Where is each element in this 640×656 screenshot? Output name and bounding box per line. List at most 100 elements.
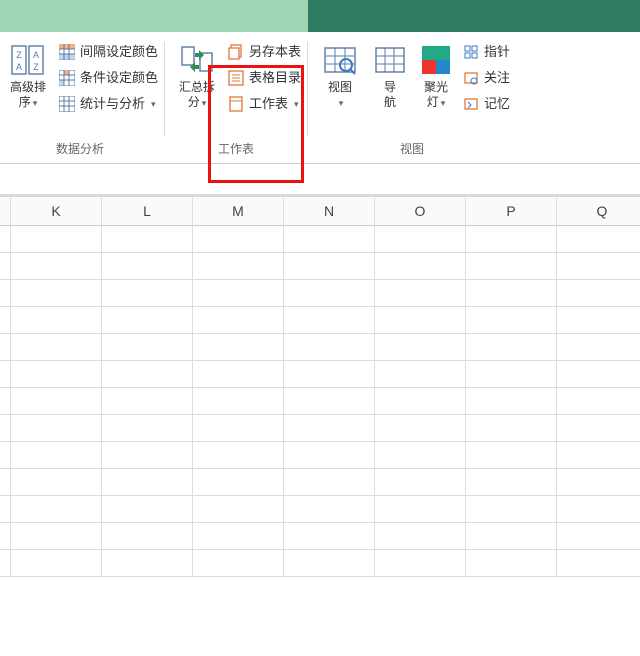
cell[interactable]: [284, 361, 375, 387]
grid-row[interactable]: [0, 334, 640, 361]
col-P[interactable]: P: [466, 197, 557, 225]
advanced-sort-button[interactable]: ZAAZ 高级排序▾: [0, 40, 56, 111]
follow-button[interactable]: 关注: [460, 68, 512, 88]
cell[interactable]: [193, 496, 284, 522]
cell[interactable]: [375, 226, 466, 252]
cell[interactable]: [284, 523, 375, 549]
cell[interactable]: [557, 334, 640, 360]
col-L[interactable]: L: [102, 197, 193, 225]
cell[interactable]: [557, 388, 640, 414]
cell[interactable]: [557, 496, 640, 522]
cell[interactable]: [11, 550, 102, 576]
cell[interactable]: [284, 280, 375, 306]
cell[interactable]: [284, 334, 375, 360]
cell[interactable]: [466, 550, 557, 576]
cell[interactable]: [284, 307, 375, 333]
cell[interactable]: [375, 307, 466, 333]
cell[interactable]: [466, 496, 557, 522]
cell[interactable]: [557, 442, 640, 468]
cell[interactable]: [11, 415, 102, 441]
cell[interactable]: [11, 226, 102, 252]
cell[interactable]: [375, 388, 466, 414]
cell[interactable]: [375, 334, 466, 360]
cell[interactable]: [375, 442, 466, 468]
cell[interactable]: [557, 253, 640, 279]
cell[interactable]: [11, 442, 102, 468]
cell[interactable]: [284, 388, 375, 414]
cell[interactable]: [102, 388, 193, 414]
cell[interactable]: [0, 523, 11, 549]
summary-split-button[interactable]: 汇总拆分▾: [169, 40, 225, 111]
cell[interactable]: [102, 307, 193, 333]
cell[interactable]: [557, 415, 640, 441]
cell[interactable]: [193, 361, 284, 387]
cell[interactable]: [102, 469, 193, 495]
cell[interactable]: [284, 253, 375, 279]
cell[interactable]: [0, 307, 11, 333]
navigation-button[interactable]: 导航: [368, 40, 412, 110]
cell[interactable]: [466, 361, 557, 387]
cell[interactable]: [0, 253, 11, 279]
cell[interactable]: [0, 550, 11, 576]
cell[interactable]: [102, 361, 193, 387]
cell[interactable]: [11, 334, 102, 360]
cell[interactable]: [466, 253, 557, 279]
spreadsheet-area[interactable]: K L M N O P Q: [0, 197, 640, 577]
cell[interactable]: [102, 253, 193, 279]
col-Q[interactable]: Q: [557, 197, 640, 225]
cell[interactable]: [11, 496, 102, 522]
cell[interactable]: [557, 307, 640, 333]
cell[interactable]: [466, 307, 557, 333]
cell[interactable]: [193, 334, 284, 360]
cell[interactable]: [102, 226, 193, 252]
cell[interactable]: [193, 442, 284, 468]
cell[interactable]: [557, 469, 640, 495]
cell[interactable]: [11, 307, 102, 333]
cell[interactable]: [466, 226, 557, 252]
cell[interactable]: [102, 334, 193, 360]
cell[interactable]: [11, 253, 102, 279]
cell[interactable]: [11, 469, 102, 495]
memory-button[interactable]: 记忆: [460, 94, 512, 114]
cell[interactable]: [466, 523, 557, 549]
col-M[interactable]: M: [193, 197, 284, 225]
grid-rows[interactable]: [0, 226, 640, 577]
cell[interactable]: [102, 280, 193, 306]
cell[interactable]: [466, 334, 557, 360]
cell[interactable]: [11, 388, 102, 414]
cell[interactable]: [375, 253, 466, 279]
grid-row[interactable]: [0, 496, 640, 523]
cell[interactable]: [375, 280, 466, 306]
spotlight-button[interactable]: 聚光灯▾: [412, 40, 460, 111]
cell[interactable]: [375, 469, 466, 495]
col-O[interactable]: O: [375, 197, 466, 225]
table-of-contents-button[interactable]: 表格目录: [225, 68, 303, 88]
cell[interactable]: [284, 496, 375, 522]
cell[interactable]: [466, 469, 557, 495]
cell[interactable]: [102, 415, 193, 441]
cell[interactable]: [193, 523, 284, 549]
cell[interactable]: [284, 469, 375, 495]
cell[interactable]: [0, 415, 11, 441]
cell[interactable]: [0, 226, 11, 252]
cell[interactable]: [557, 226, 640, 252]
cell[interactable]: [284, 415, 375, 441]
save-as-copy-button[interactable]: 另存本表: [225, 42, 303, 62]
grid-row[interactable]: [0, 307, 640, 334]
view-button[interactable]: 视图▾: [312, 40, 368, 111]
interval-color-button[interactable]: 间隔设定颜色: [56, 42, 160, 62]
grid-row[interactable]: [0, 469, 640, 496]
cell[interactable]: [102, 523, 193, 549]
cell[interactable]: [193, 307, 284, 333]
cell[interactable]: [0, 469, 11, 495]
worksheet-menu-button[interactable]: 工作表▾: [225, 94, 303, 114]
cell[interactable]: [193, 226, 284, 252]
grid-row[interactable]: [0, 361, 640, 388]
cell[interactable]: [102, 496, 193, 522]
grid-row[interactable]: [0, 280, 640, 307]
grid-row[interactable]: [0, 442, 640, 469]
cell[interactable]: [0, 442, 11, 468]
grid-row[interactable]: [0, 226, 640, 253]
col-K[interactable]: K: [11, 197, 102, 225]
cell[interactable]: [375, 361, 466, 387]
